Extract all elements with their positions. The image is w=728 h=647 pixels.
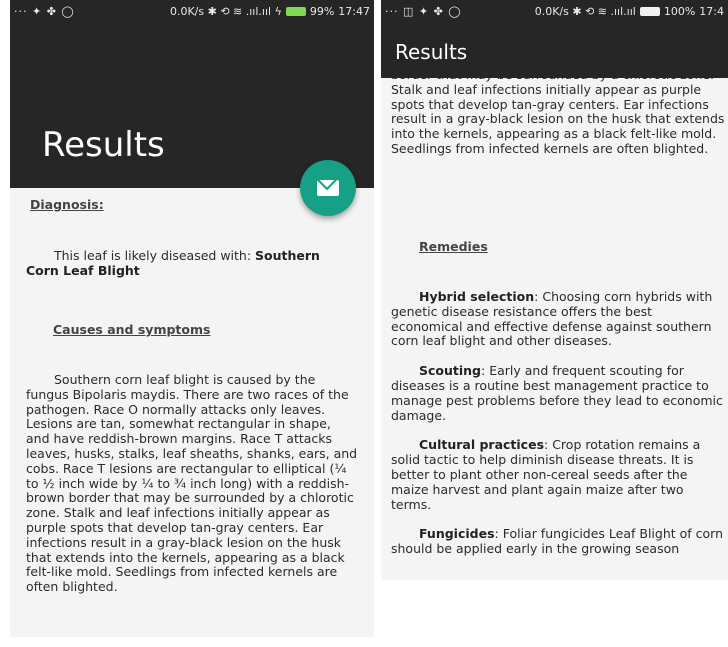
email-fab-button[interactable] bbox=[300, 160, 356, 216]
remedy-title: Cultural practices bbox=[419, 437, 545, 453]
battery-icon bbox=[639, 6, 660, 16]
diagnosis-heading: Diagnosis: bbox=[30, 197, 104, 212]
status-network: 0.0K/s ✱ ⟲ ≋ .ııl.ııl ϟ bbox=[169, 4, 282, 18]
page-title: Results bbox=[395, 40, 468, 64]
remedies-heading: Remedies bbox=[419, 239, 488, 254]
diagnosis-text: This leaf is likely diseased with: South… bbox=[26, 248, 356, 279]
status-notification-icons: ··· ✦ ✤ ◯ bbox=[14, 4, 75, 18]
envelope-icon bbox=[317, 180, 339, 196]
causes-text-continued: border that may be surrounded by a chlor… bbox=[391, 78, 725, 156]
app-bar: Results bbox=[381, 22, 728, 78]
remedy-item: Hybrid selection: Choosing corn hybrids … bbox=[391, 289, 726, 349]
remedy-item: Fungicides: Foliar fungicides Leaf Bligh… bbox=[391, 526, 726, 557]
causes-text: Southern corn leaf blight is caused by t… bbox=[26, 372, 358, 595]
status-bar: ··· ✦ ✤ ◯ 0.0K/s ✱ ⟲ ≋ .ııl.ııl ϟ 99% 17… bbox=[10, 0, 374, 22]
battery-percent: 100% bbox=[663, 4, 696, 18]
remedy-item: Cultural practices: Crop rotation remain… bbox=[391, 437, 726, 512]
right-screen: ··· ◫ ✦ ✤ ◯ 0.0K/s ✱ ⟲ ≋ .ııl.ııl 100% 1… bbox=[381, 0, 728, 580]
page-title: Results bbox=[42, 125, 165, 165]
battery-percent: 99% bbox=[309, 4, 335, 18]
diagnosis-prefix: This leaf is likely diseased with: bbox=[54, 248, 256, 263]
remedy-item: Scouting: Early and frequent scouting fo… bbox=[391, 363, 726, 423]
status-network: 0.0K/s ✱ ⟲ ≋ .ııl.ııl bbox=[534, 4, 636, 18]
status-bar: ··· ◫ ✦ ✤ ◯ 0.0K/s ✱ ⟲ ≋ .ııl.ııl 100% 1… bbox=[381, 0, 728, 22]
status-time: 17:4 bbox=[699, 4, 724, 18]
remedy-title: Fungicides bbox=[419, 526, 495, 542]
battery-icon bbox=[285, 6, 306, 16]
status-notification-icons: ··· ◫ ✦ ✤ ◯ bbox=[385, 4, 462, 18]
left-screen: ··· ✦ ✤ ◯ 0.0K/s ✱ ⟲ ≋ .ııl.ııl ϟ 99% 17… bbox=[10, 0, 374, 637]
remedy-title: Scouting bbox=[419, 363, 482, 379]
causes-heading: Causes and symptoms bbox=[53, 322, 211, 337]
status-time: 17:47 bbox=[338, 4, 370, 18]
remedies-list: Hybrid selection: Choosing corn hybrids … bbox=[391, 289, 726, 572]
scrolled-content[interactable]: border that may be surrounded by a chlor… bbox=[391, 78, 726, 176]
remedy-title: Hybrid selection bbox=[419, 289, 535, 304]
